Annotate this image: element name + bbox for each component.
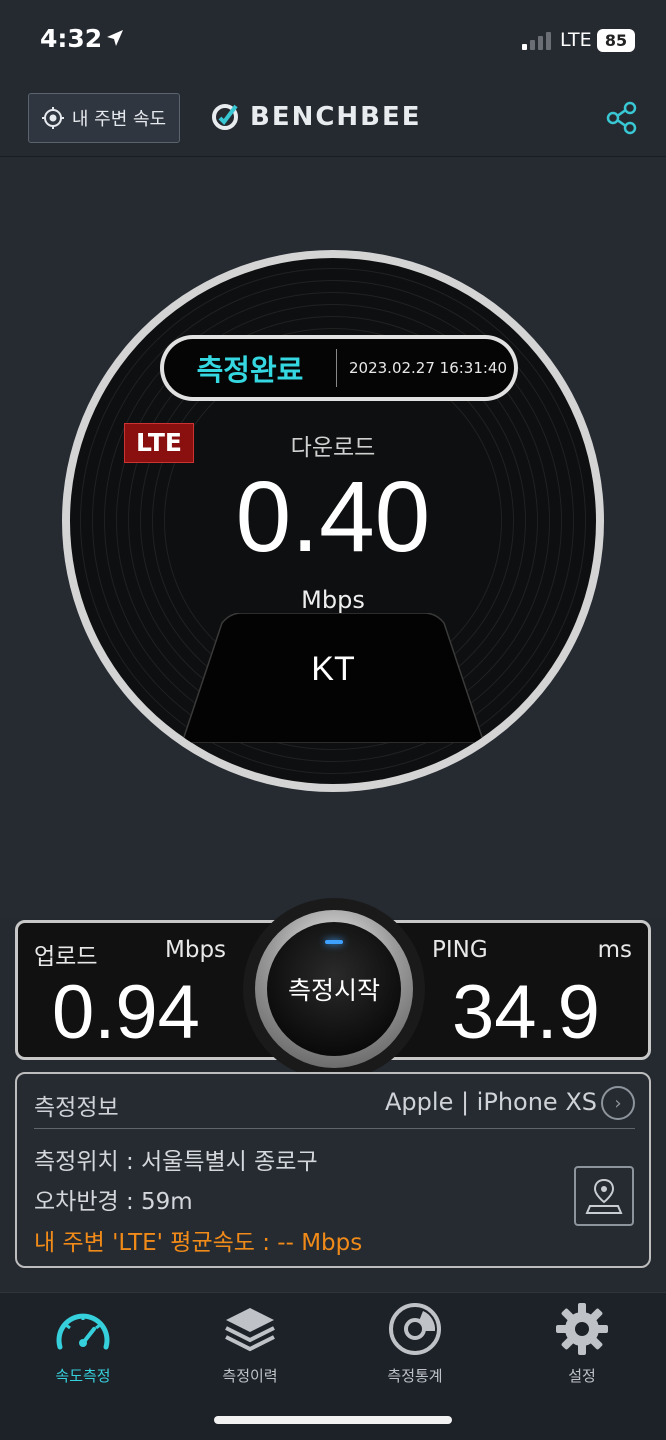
location-arrow-icon [107,30,123,46]
tab-label: 측정이력 [222,1367,278,1385]
start-button-ring: 측정시작 [255,910,413,1068]
start-measure-label: 측정시작 [287,976,380,1005]
network-type: LTE [560,29,592,51]
measurement-location: 측정위치 : 서울특별시 종로구 [34,1149,318,1175]
info-title: 측정정보 [34,1095,119,1121]
target-icon [41,107,64,129]
map-button[interactable] [574,1166,634,1226]
speed-gauge: 측정완료 2023.02.27 16:31:40 LTE 다운로드 0.40 M… [62,250,604,792]
nearby-average-speed: 내 주변 'LTE' 평균속도 : -- Mbps [34,1230,363,1256]
tab-statistics[interactable]: 측정통계 [355,1301,475,1386]
device-name: Apple | iPhone XS [385,1088,597,1116]
tab-speed-test[interactable]: 속도측정 [23,1301,143,1386]
layers-icon [225,1308,275,1352]
divider [34,1128,635,1129]
tab-label: 속도측정 [55,1367,111,1385]
upload-label: 업로드 [34,944,98,970]
ping-value: 34.9 [452,970,600,1055]
results-panel: 업로드 Mbps 0.94 PING ms 34.9 측정시작 [15,898,651,1080]
carrier-name: KT [311,650,355,688]
chevron-right-icon[interactable]: › [601,1086,635,1120]
stats-disc-icon [389,1303,441,1355]
tab-label: 측정통계 [387,1367,443,1385]
home-indicator [214,1416,452,1424]
measurement-timestamp: 2023.02.27 16:31:40 [349,359,508,377]
error-radius: 오차반경 : 59m [34,1189,193,1215]
measurement-status: 측정완료 [196,353,304,387]
status-bar: 4:32 LTE 85 [0,0,666,80]
gauge-dial: 측정완료 2023.02.27 16:31:40 LTE 다운로드 0.40 M… [70,258,596,784]
download-unit: Mbps [301,586,365,614]
tab-history[interactable]: 측정이력 [190,1301,310,1386]
ping-label: PING [432,937,488,963]
battery-icon: 85 [597,29,635,52]
nearby-speed-label: 내 주변 속도 [71,109,167,130]
status-time: 4:32 [40,24,103,53]
speed-gauge-area: 측정완료 2023.02.27 16:31:40 LTE 다운로드 0.40 M… [0,157,666,917]
nearby-speed-button[interactable]: 내 주변 속도 [28,93,180,143]
map-pin-icon [585,1178,623,1214]
download-value: 0.40 [235,461,431,573]
upload-unit: Mbps [165,937,227,963]
ping-unit: ms [597,937,632,963]
start-button-housing: 측정시작 [243,898,425,1080]
indicator-led [325,940,343,944]
upload-value: 0.94 [52,970,200,1055]
share-icon[interactable] [604,100,640,136]
measurement-info-panel: 측정정보 Apple | iPhone XS › 측정위치 : 서울특별시 종로… [15,1072,651,1268]
divider [336,349,337,387]
app-header: 내 주변 속도 BENCHBEE [0,80,666,157]
logo-text: BENCHBEE [250,102,422,132]
speedometer-icon [56,1313,110,1350]
benchbee-logo-icon [212,104,238,130]
measurement-status-pill: 측정완료 2023.02.27 16:31:40 [160,335,518,401]
tab-label: 설정 [568,1367,596,1385]
tab-settings[interactable]: 설정 [522,1301,642,1386]
gear-icon [556,1303,608,1355]
start-measure-button[interactable]: 측정시작 [267,922,401,1056]
download-label: 다운로드 [290,435,376,461]
benchbee-logo: BENCHBEE [210,102,422,132]
signal-icon [522,30,551,50]
